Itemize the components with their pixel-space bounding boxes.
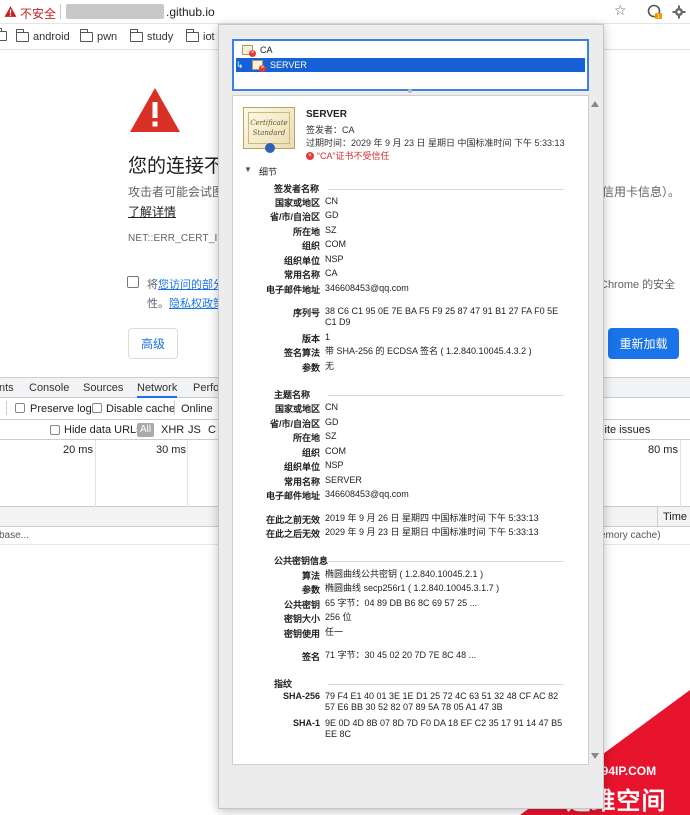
report-text-line1: 将您访问的部分 [147,276,224,292]
filter-css[interactable]: C [208,424,216,436]
certificate-error-icon: × [252,59,266,72]
chain-item-label: SERVER [270,60,307,70]
page-description: 攻击者可能会试图 [128,185,225,199]
disable-cache-checkbox[interactable] [92,403,102,413]
bookmark-star-icon[interactable]: ☆ [614,2,627,19]
disclosure-triangle-icon[interactable]: ▼ [244,165,252,174]
url-redacted [66,4,164,19]
bookmark-pwn[interactable]: pwn [79,29,118,43]
section-divider [328,561,564,562]
danger-warning-icon [130,88,180,132]
filter-xhr[interactable]: XHR [161,424,184,436]
tab-elements[interactable]: nts [0,382,14,394]
section-divider [328,684,564,685]
extension-icon[interactable]: 1 [647,4,663,20]
address-bar[interactable]: 不安全 .github.io ☆ 1 [0,0,690,24]
learn-more-link[interactable]: 了解详情 [128,203,176,220]
reload-button[interactable]: 重新加载 [608,328,679,359]
certificate-name: SERVER [306,109,347,120]
report-prefix: 将 [147,279,158,291]
details-label[interactable]: 细节 [259,165,277,178]
section-divider [328,395,564,396]
chain-item-server[interactable]: ↳ × SERVER [236,58,585,72]
settings-extension-icon[interactable] [671,4,687,20]
report-checkbox[interactable] [127,276,139,288]
advanced-button[interactable]: 高级 [128,328,178,359]
error-code: NET::ERR_CERT_IN [128,233,225,244]
divider [6,401,7,415]
tab-performance[interactable]: Perfo [193,382,219,394]
privacy-policy-link[interactable]: 隐私权政策 [169,298,224,310]
filter-js[interactable]: JS [188,424,201,436]
third-party-issues-label[interactable]: site issues [599,424,650,436]
preserve-log-label[interactable]: Preserve log [30,403,92,415]
split-handle[interactable] [408,89,412,93]
throttling-select[interactable]: Online [181,403,213,415]
chain-item-ca[interactable]: × CA [236,43,585,57]
disable-cache-label[interactable]: Disable cache [106,403,175,415]
page-description-tail: 信用卡信息）。 [602,185,681,199]
warning-icon [4,6,17,17]
hide-data-urls-checkbox[interactable] [50,425,60,435]
url-separator [60,4,61,19]
bookmark-label: study [147,31,174,43]
column-time[interactable]: Time [663,511,687,523]
bookmark-label: iot [203,31,215,43]
certificate-error-icon: × [242,44,256,57]
column-divider [657,507,658,527]
hide-data-urls-label[interactable]: Hide data URLs [64,424,142,436]
timeline-tick: 30 ms [156,444,186,456]
folder-icon [79,29,93,42]
preserve-log-checkbox[interactable] [15,403,25,413]
not-secure-label[interactable]: 不安全 [20,5,56,22]
untrusted-text: “CA”证书不受信任 [317,151,390,161]
fingerprints-section-title: 指纹 [274,679,293,689]
timeline-gridline [680,440,681,507]
chain-item-label: CA [260,45,273,55]
error-circle-icon: × [306,151,314,160]
report-text-tail: Chrome 的安全 [600,279,676,291]
bookmark-iot[interactable]: iot [185,29,215,43]
bookmark-label: pwn [97,31,118,43]
report-text-line2: 性。隐私权政策 [147,295,224,311]
bookmark-study[interactable]: study [129,29,174,43]
folder-icon [15,29,29,42]
timeline-tick: 20 ms [63,444,93,456]
folder-icon [185,29,199,42]
section-divider [328,189,564,190]
report-line2-prefix: 性。 [147,298,169,310]
row-name: base... [0,530,30,541]
public-key-section-title: 公共密钥信息 [274,556,329,566]
folder-icon [0,28,7,41]
issuer-section-title: 签发者名称 [274,184,320,194]
untrusted-message: × “CA”证书不受信任 [306,149,390,162]
tab-console[interactable]: Console [29,382,69,394]
svg-text:1: 1 [657,14,660,20]
timeline-tick: 80 ms [648,444,678,456]
filter-all[interactable]: All [137,423,155,437]
tab-network[interactable]: Network [137,382,178,398]
certificate-icon: Certificate Standard [243,107,295,153]
timeline-gridline [187,440,188,507]
bookmark-folder-partial[interactable] [0,28,7,41]
page-title: 您的连接不 [128,156,224,177]
certificate-viewer: × CA ↳ × SERVER Certificate Standard SERV… [218,24,604,809]
url-domain[interactable]: .github.io [166,5,215,19]
certificate-chain-tree: × CA ↳ × SERVER [232,39,589,91]
certificate-issuer: 签发者：CA [306,125,355,135]
child-arrow-icon: ↳ [236,59,244,70]
certificate-expiry: 过期时间：2029 年 9 月 23 日 星期日 中国标准时间 下午 5:33:… [306,138,565,148]
divider [174,401,175,415]
bookmark-label: android [33,31,70,43]
details-scrollbar[interactable] [590,95,600,765]
bookmark-android[interactable]: android [15,29,70,43]
folder-icon [129,29,143,42]
report-link[interactable]: 您访问的部分 [158,279,224,291]
timeline-gridline [95,440,96,507]
tab-sources[interactable]: Sources [83,382,123,394]
subject-section-title: 主题名称 [274,390,311,400]
certificate-details-pane: Certificate Standard SERVER 签发者：CA 过期时间：2… [232,95,589,765]
row-size: emory cache) [600,530,661,541]
